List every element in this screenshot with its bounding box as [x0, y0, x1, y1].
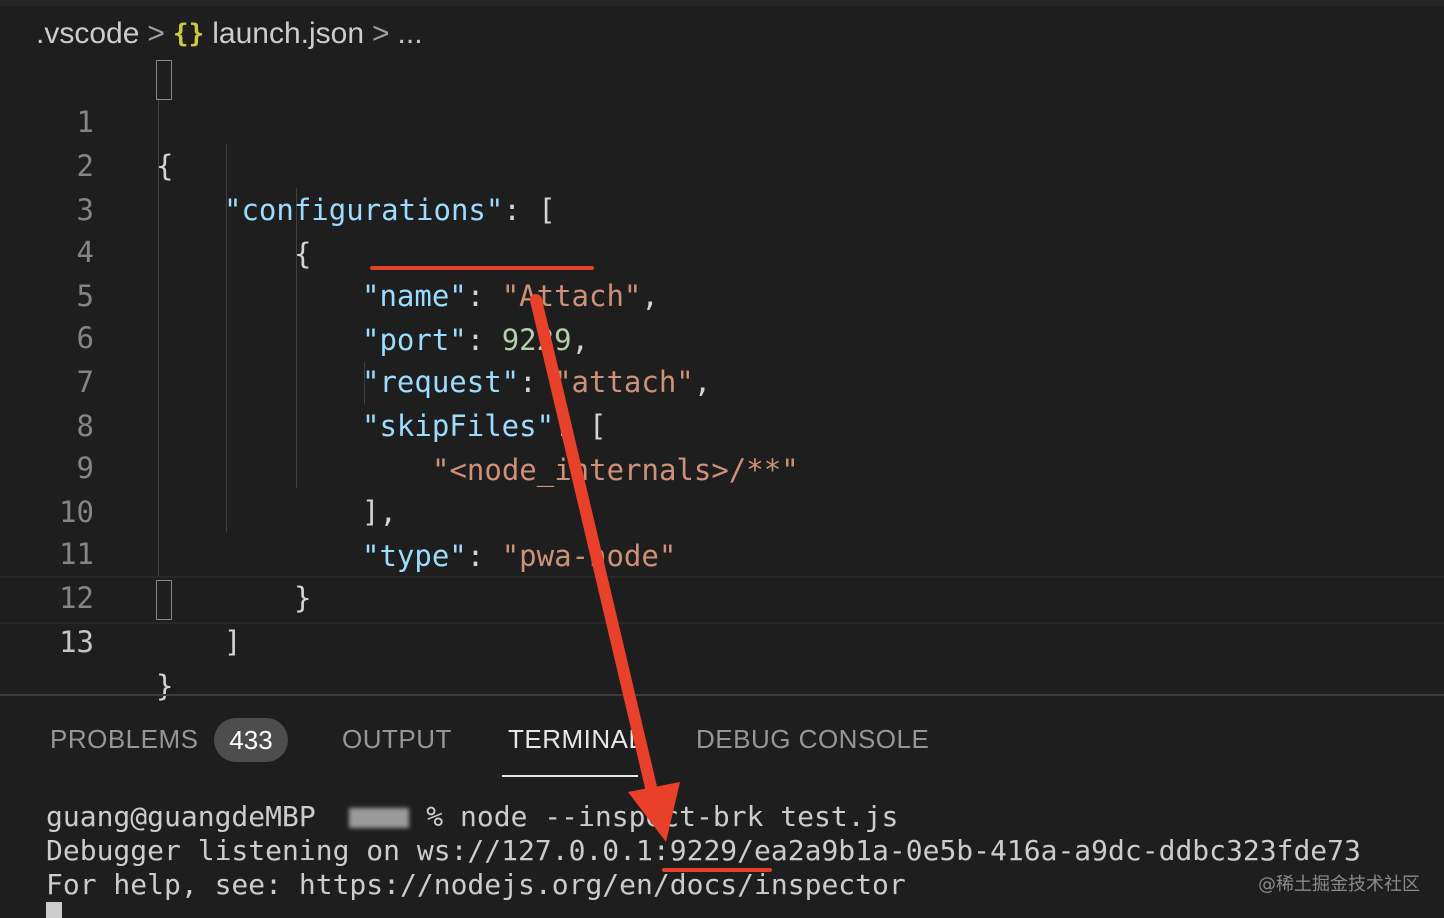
breadcrumb: .vscode > {} launch.json > ... [36, 14, 423, 54]
panel-divider [0, 694, 1444, 696]
code-line: 3 { [0, 144, 1444, 271]
problems-count-badge: 433 [214, 718, 288, 762]
code-line: 11 } [0, 488, 1444, 615]
active-tab-indicator [502, 775, 638, 777]
breadcrumb-file[interactable]: launch.json [212, 17, 364, 51]
chevron-right-icon: > [372, 17, 390, 50]
breadcrumb-folder[interactable]: .vscode [36, 17, 139, 51]
code-line: 4 "name": "Attach", [0, 186, 1444, 313]
tab-problems[interactable]: PROBLEMS [50, 716, 199, 762]
code-line: 10 "type": "pwa-node" [0, 446, 1444, 573]
terminal-cursor [46, 902, 62, 918]
annotation-underline-port [370, 266, 594, 270]
breadcrumb-symbols[interactable]: ... [398, 17, 423, 51]
code-line: 1 { [0, 56, 1444, 183]
terminal-line: guang@guangdeMBP % node --inspect-brk te… [46, 800, 1444, 834]
redacted-region [349, 808, 410, 828]
tab-terminal[interactable]: TERMINAL [508, 716, 643, 762]
tab-debug-console[interactable]: DEBUG CONSOLE [696, 716, 929, 762]
watermark: @稀土掘金技术社区 [1258, 874, 1420, 895]
terminal-output[interactable]: guang@guangdeMBP % node --inspect-brk te… [46, 800, 1444, 902]
code-line: 12 ] [0, 532, 1444, 659]
terminal-line: Debugger listening on ws://127.0.0.1:922… [46, 834, 1361, 867]
annotation-underline-terminal-port [662, 868, 772, 872]
json-file-icon: {} [172, 19, 205, 49]
code-line: 6 "request": "attach", [0, 272, 1444, 399]
code-token: ] [224, 625, 242, 659]
chevron-right-icon: > [147, 17, 165, 50]
code-token: } [156, 669, 174, 703]
code-line: 5 "port": 9229, [0, 230, 1444, 357]
code-line: 13 } [0, 576, 1444, 703]
terminal-line: For help, see: https://nodejs.org/en/doc… [46, 868, 906, 901]
code-line: 2 "configurations": [ [0, 100, 1444, 227]
code-line: 7 "skipFiles": [ [0, 316, 1444, 443]
code-line: 9 ], [0, 402, 1444, 529]
line-number: 13 [59, 625, 94, 659]
terminal-command: % node --inspect-brk test.js [426, 800, 899, 833]
title-strip [0, 0, 1444, 6]
code-line: 8 "<node_internals>/**" [0, 360, 1444, 487]
code-editor[interactable]: 1 { 2 "configurations": [ 3 { 4 "name": … [0, 56, 1444, 703]
terminal-prompt-user: guang@guangdeMBP [46, 800, 316, 833]
tab-output[interactable]: OUTPUT [342, 716, 452, 762]
